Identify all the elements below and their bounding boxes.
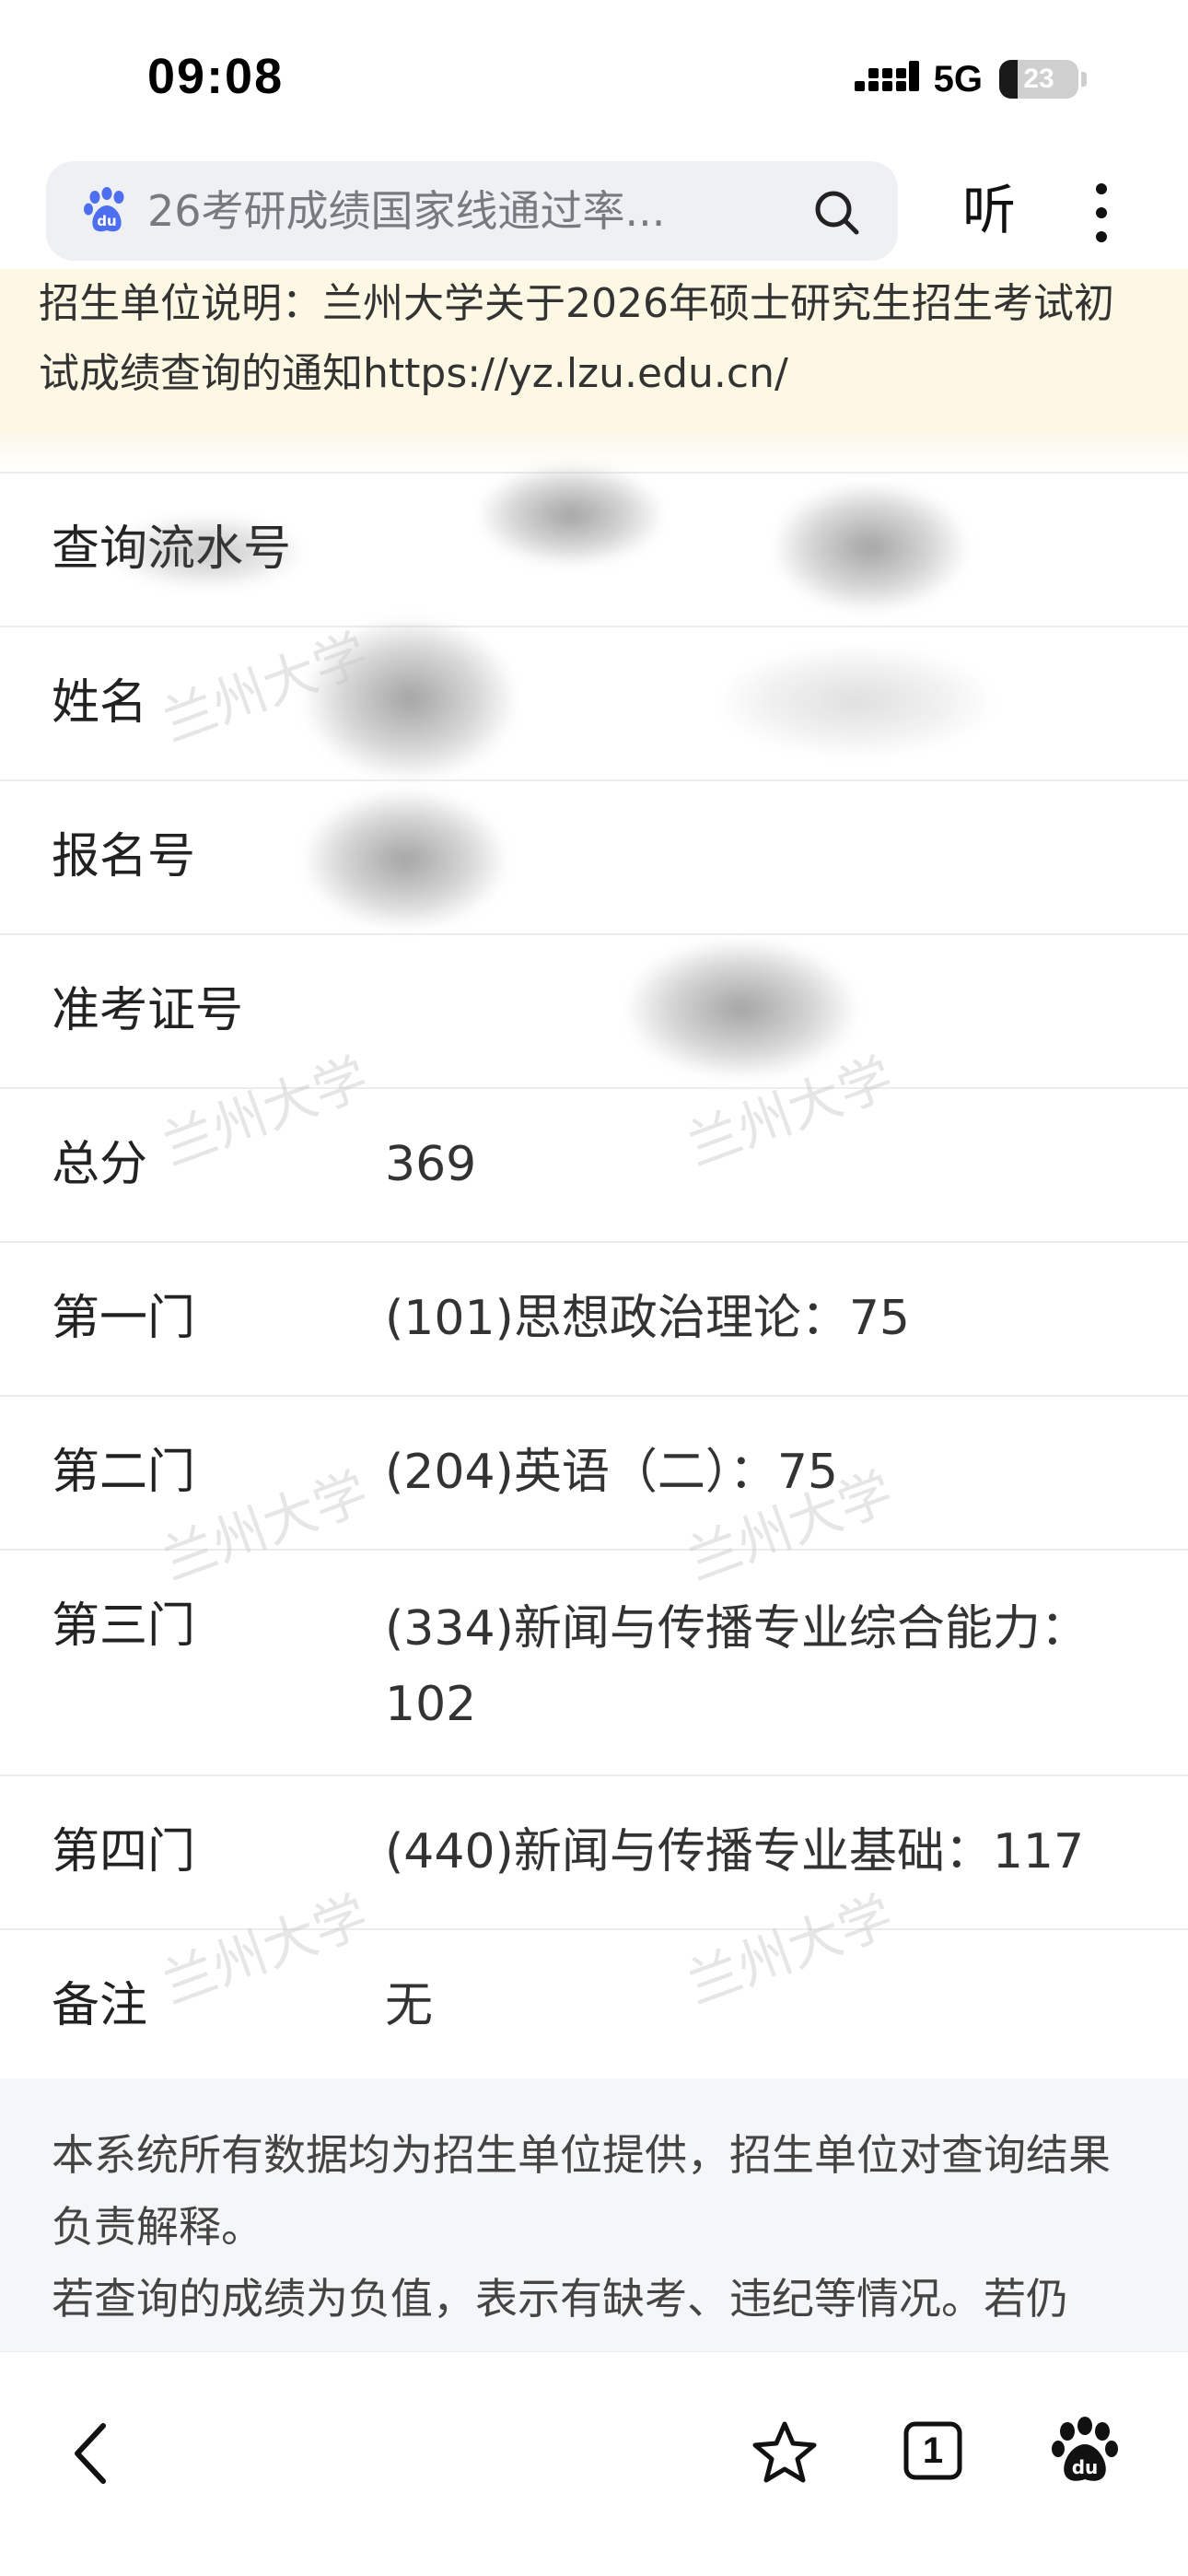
table-row: 第三门 (334)新闻与传播专业综合能力：102 [0,1549,1188,1774]
search-bar[interactable]: du 26考研成绩国家线通过率... [46,161,898,261]
disclaimer-line: 本系统所有数据均为招生单位提供，招生单位对查询结果负责解释。 [52,2130,1111,2252]
redaction-mark [304,790,507,929]
subject-score-value: (440)新闻与传播专业基础：117 [385,1824,1085,1879]
table-row: 姓名 [0,618,1188,779]
redaction-mark [626,940,856,1078]
subject-score-value: (334)新闻与传播专业综合能力：102 [385,1601,1089,1732]
row-label: 第一门 [52,1291,196,1346]
row-label: 准考证号 [52,983,244,1038]
disclaimer-text: 本系统所有数据均为招生单位提供，招生单位对查询结果负责解释。 若查询的成绩为负值… [52,2119,1138,2335]
total-score-value: 369 [385,1137,477,1192]
table-row: 备注 无 [0,1928,1188,2082]
table-row: 第二门 (204)英语（二）：75 [0,1395,1188,1549]
row-label: 第三门 [52,1598,196,1654]
row-label: 备注 [52,1978,148,2033]
listen-button[interactable]: 听 [962,173,1027,247]
subject-score-value: (204)英语（二）：75 [385,1445,838,1500]
disclaimer-panel: 本系统所有数据均为招生单位提供，招生单位对查询结果负责解释。 若查询的成绩为负值… [0,2078,1188,2355]
row-label: 总分 [52,1137,148,1192]
redaction-mark [718,646,995,756]
star-icon[interactable] [751,2418,819,2487]
battery-level: 23 [1023,64,1054,94]
table-row: 总分 369 [0,1087,1188,1241]
tab-count: 1 [922,2430,944,2471]
status-indicators: 5G 23 [854,57,1087,101]
remark-value: 无 [385,1978,434,2033]
svg-text:du: du [97,213,116,229]
table-row: 查询流水号 [0,464,1188,626]
redaction-mark [111,515,304,589]
score-result-table: 查询流水号 姓名 报名号 准考证号 总分 369 第一门 (101)思想政治理论… [0,464,1188,2082]
status-time: 09:08 [147,49,285,104]
disclaimer-line: 若查询的成绩为负值，表示有缺考、违纪等情况。若仍 [52,2274,1068,2324]
subject-score-value: (101)思想政治理论：75 [385,1291,910,1346]
table-row: 第四门 (440)新闻与传播专业基础：117 [0,1774,1188,1928]
back-icon[interactable] [64,2417,120,2490]
redaction-mark [774,483,967,612]
search-icon[interactable] [811,187,861,237]
redaction-mark [304,618,516,779]
baidu-paw-icon[interactable]: du [1050,2417,1120,2487]
battery-icon: 23 [999,60,1078,99]
notice-text: 招生单位说明：兰州大学关于2026年硕士研究生招生考试初试成绩查询的通知http… [39,280,1114,397]
bottom-toolbar: 1 du [0,2351,1188,2576]
table-row: 第一门 (101)思想政治理论：75 [0,1241,1188,1395]
row-label: 报名号 [52,829,196,884]
table-row: 报名号 [0,779,1188,933]
table-row: 准考证号 [0,933,1188,1087]
tabs-icon[interactable]: 1 [903,2420,963,2481]
network-type: 5G [933,58,983,100]
svg-text:du: du [1072,2456,1099,2478]
baidu-logo-icon: du [84,187,124,232]
redaction-mark [479,464,663,566]
battery-cap [1081,72,1087,87]
row-label: 第四门 [52,1824,196,1879]
more-vertical-icon[interactable] [1083,181,1120,245]
row-label: 姓名 [52,675,148,731]
status-bar: 09:08 5G 23 [0,0,1188,157]
notice-banner: 招生单位说明：兰州大学关于2026年硕士研究生招生考试初试成绩查询的通知http… [0,269,1188,433]
signal-icon [854,61,919,91]
row-label: 第二门 [52,1445,196,1500]
search-query[interactable]: 26考研成绩国家线通过率... [147,161,755,261]
